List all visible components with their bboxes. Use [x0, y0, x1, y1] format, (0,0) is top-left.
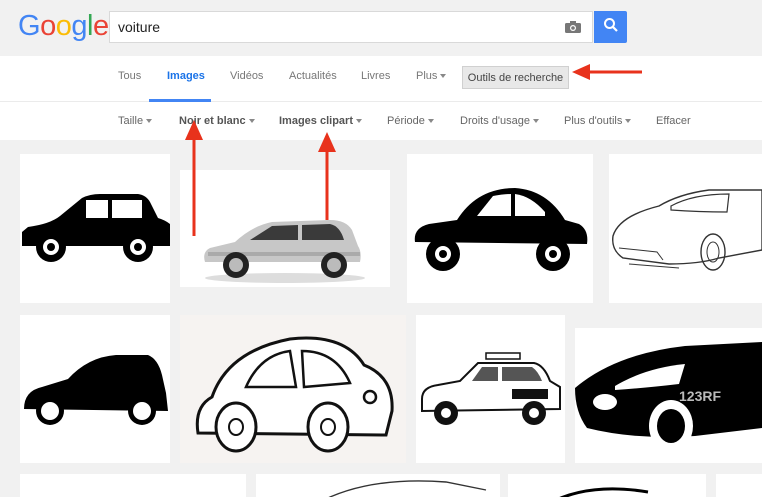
- chevron-down-icon: [625, 119, 632, 124]
- image-results-grid: 123RF: [0, 140, 762, 497]
- chevron-down-icon: [440, 74, 447, 79]
- image-result[interactable]: [407, 154, 593, 303]
- image-result[interactable]: [180, 315, 406, 463]
- filter-label: Droits d'usage: [460, 115, 530, 127]
- filter-label: Plus d'outils: [564, 115, 623, 127]
- clear-filters-link[interactable]: Effacer: [656, 115, 691, 127]
- search-button[interactable]: [594, 11, 627, 43]
- tab-more-label: Plus: [416, 70, 438, 82]
- tab-videos[interactable]: Vidéos: [230, 70, 263, 82]
- filter-label: Taille: [118, 115, 144, 127]
- filter-label: Période: [387, 115, 425, 127]
- filter-more-tools[interactable]: Plus d'outils: [564, 115, 632, 127]
- car-outline-partial-image: [559, 487, 649, 497]
- image-result[interactable]: [508, 474, 706, 497]
- supercar-drawing-image: [575, 342, 762, 452]
- chevron-down-icon: [355, 119, 362, 124]
- chevron-down-icon: [146, 119, 153, 124]
- image-result[interactable]: [609, 154, 762, 303]
- tab-all[interactable]: Tous: [118, 70, 141, 82]
- car-silhouette-image: [22, 194, 170, 262]
- logo-letter: e: [92, 10, 109, 42]
- search-tabs: Tous Images Vidéos Actualités Livres Plu…: [0, 56, 762, 102]
- filter-type[interactable]: Images clipart: [279, 115, 362, 127]
- tab-images[interactable]: Images: [167, 70, 205, 82]
- image-result[interactable]: [20, 474, 246, 497]
- image-result[interactable]: [20, 315, 170, 463]
- logo-letter: o: [40, 10, 56, 42]
- image-result[interactable]: [180, 170, 390, 287]
- annotation-arrow: [318, 132, 336, 220]
- search-input[interactable]: [110, 12, 550, 42]
- image-result[interactable]: [716, 474, 762, 497]
- sports-car-sketch-image: [612, 189, 762, 271]
- chevron-down-icon: [427, 119, 434, 124]
- logo-letter: g: [71, 10, 87, 42]
- chevron-down-icon: [248, 119, 255, 124]
- police-car-image: [421, 352, 561, 425]
- header: Google: [0, 0, 762, 56]
- search-tools-button[interactable]: Outils de recherche: [462, 66, 569, 89]
- image-result[interactable]: [20, 154, 170, 303]
- logo-letter: o: [55, 10, 72, 42]
- google-logo[interactable]: Google: [18, 10, 109, 43]
- filter-usage-rights[interactable]: Droits d'usage: [460, 115, 539, 127]
- tab-more[interactable]: Plus: [416, 70, 447, 82]
- image-result[interactable]: 123RF: [575, 328, 762, 463]
- annotation-arrow: [572, 64, 642, 80]
- image-result[interactable]: [416, 315, 565, 463]
- annotation-arrow: [185, 120, 203, 236]
- search-box: [109, 11, 593, 43]
- chevron-down-icon: [532, 119, 539, 124]
- image-result[interactable]: [256, 474, 500, 497]
- filter-size[interactable]: Taille: [118, 115, 153, 127]
- tab-news[interactable]: Actualités: [289, 70, 337, 82]
- search-icon: [603, 17, 619, 38]
- watermark-text: 123RF: [679, 388, 722, 404]
- car-sketch-partial-image: [328, 480, 487, 497]
- cartoon-car-image: [195, 336, 394, 453]
- filter-label: Images clipart: [279, 115, 353, 127]
- beetle-silhouette-image: [414, 188, 588, 271]
- hatchback-silhouette-image: [24, 355, 168, 425]
- filter-time[interactable]: Période: [387, 115, 434, 127]
- camera-icon[interactable]: [564, 20, 582, 34]
- logo-letter: G: [18, 10, 41, 42]
- search-tools-bar: Taille Noir et blanc Images clipart Péri…: [0, 102, 762, 140]
- silver-car-photo: [204, 220, 365, 283]
- tab-books[interactable]: Livres: [361, 70, 390, 82]
